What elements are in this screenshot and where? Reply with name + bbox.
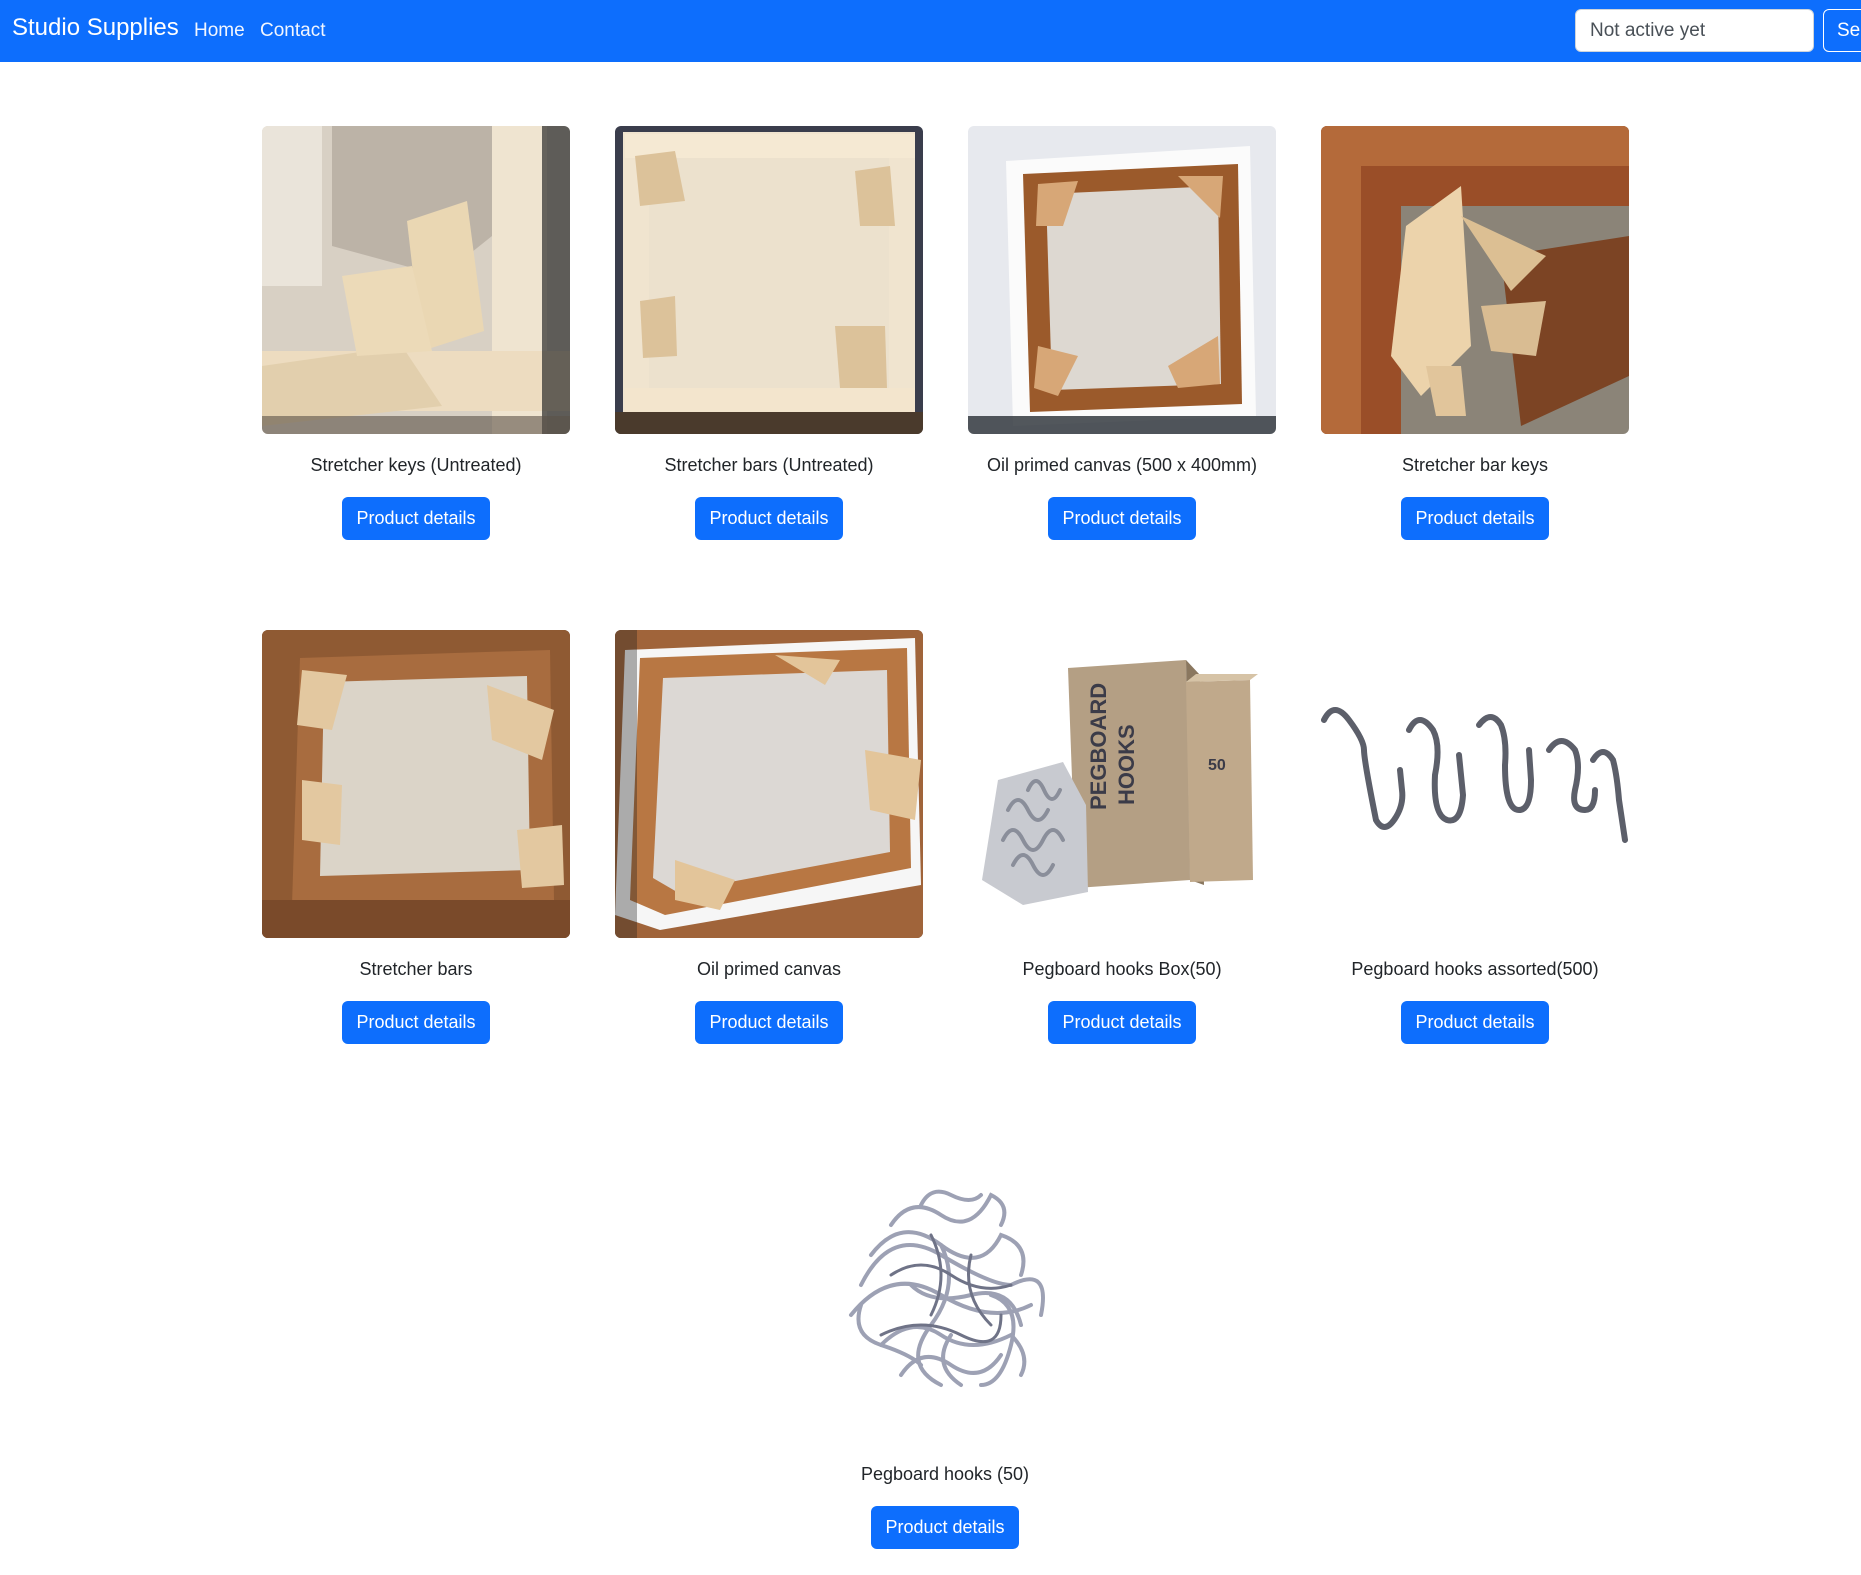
nav-link-contact[interactable]: Contact [260,20,325,42]
product-name: Pegboard hooks Box(50) [1022,959,1222,979]
product-details-button[interactable]: Product details [1401,497,1549,540]
box-label-count: 50 [1208,757,1226,774]
nav-link-home[interactable]: Home [194,20,245,42]
product-image-stretcher-bars-frame[interactable] [262,630,570,938]
product-details-button[interactable]: Product details [1401,1001,1549,1044]
product-image-pegboard-hooks-pile[interactable] [791,1135,1099,1443]
product-details-button[interactable]: Product details [342,497,490,540]
product-name: Stretcher keys (Untreated) [310,455,522,475]
product-details-button[interactable]: Product details [1048,497,1196,540]
product-name: Oil primed canvas (500 x 400mm) [986,455,1258,475]
search-input[interactable] [1575,9,1814,52]
product-image-stretcher-keys[interactable] [262,126,570,434]
box-label-pegboard: PEGBOARD [1086,683,1111,810]
product-image-primed-canvas[interactable] [968,126,1276,434]
product-image-stretcher-bar-keys[interactable] [1321,126,1629,434]
product-details-button[interactable]: Product details [1048,1001,1196,1044]
product-name: Stretcher bars [359,959,473,979]
product-image-pegboard-hooks-box[interactable]: PEGBOARD HOOKS 50 [968,630,1276,938]
product-details-button[interactable]: Product details [695,1001,843,1044]
search-button[interactable]: Search [1823,9,1861,52]
product-name: Pegboard hooks assorted(500) [1351,959,1599,979]
navbar: Studio Supplies Home Contact Search [0,0,1861,62]
product-image-stretcher-bars[interactable] [615,126,923,434]
product-details-button[interactable]: Product details [695,497,843,540]
brand-logo[interactable]: Studio Supplies [12,14,179,42]
product-details-button[interactable]: Product details [871,1506,1019,1549]
product-name: Stretcher bars (Untreated) [664,455,874,475]
product-image-pegboard-hooks-assorted[interactable] [1321,630,1629,938]
product-image-oil-primed-canvas[interactable] [615,630,923,938]
product-name: Pegboard hooks (50) [860,1464,1030,1484]
product-details-button[interactable]: Product details [342,1001,490,1044]
box-label-hooks: HOOKS [1114,724,1139,805]
product-name: Stretcher bar keys [1401,455,1549,475]
product-name: Oil primed canvas [696,959,842,979]
